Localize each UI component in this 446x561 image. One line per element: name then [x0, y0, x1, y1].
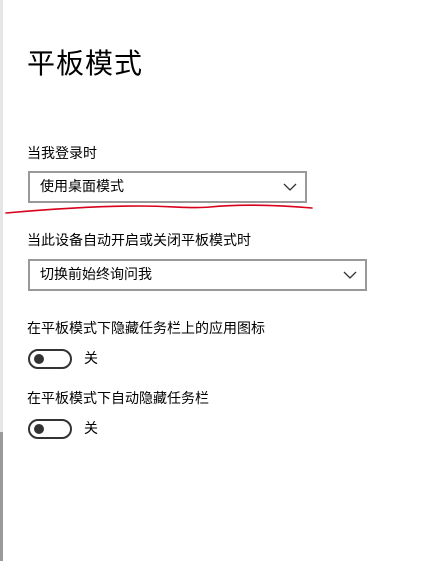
chevron-down-icon	[283, 183, 297, 191]
window-left-edge-shadow	[0, 432, 3, 561]
toggle-knob	[34, 424, 44, 434]
tablet-mode-settings-page: 平板模式 当我登录时 使用桌面模式 当此设备自动开启或关闭平板模式时 切换前始终…	[0, 0, 446, 561]
signin-mode-select[interactable]: 使用桌面模式	[28, 171, 307, 203]
hide-app-icons-state: 关	[84, 351, 98, 367]
toggle-knob	[34, 354, 44, 364]
page-title: 平板模式	[27, 47, 144, 80]
auto-hide-taskbar-toggle[interactable]	[28, 419, 72, 439]
signin-mode-value: 使用桌面模式	[40, 179, 124, 195]
auto-switch-label: 当此设备自动开启或关闭平板模式时	[27, 233, 251, 249]
signin-label: 当我登录时	[27, 146, 97, 162]
auto-switch-value: 切换前始终询问我	[40, 267, 152, 283]
hide-app-icons-label: 在平板模式下隐藏任务栏上的应用图标	[27, 321, 265, 337]
hide-app-icons-toggle[interactable]	[28, 349, 72, 369]
auto-hide-taskbar-state: 关	[84, 421, 98, 437]
auto-switch-select[interactable]: 切换前始终询问我	[28, 259, 367, 291]
chevron-down-icon	[343, 271, 357, 279]
auto-hide-taskbar-label: 在平板模式下自动隐藏任务栏	[27, 391, 209, 407]
